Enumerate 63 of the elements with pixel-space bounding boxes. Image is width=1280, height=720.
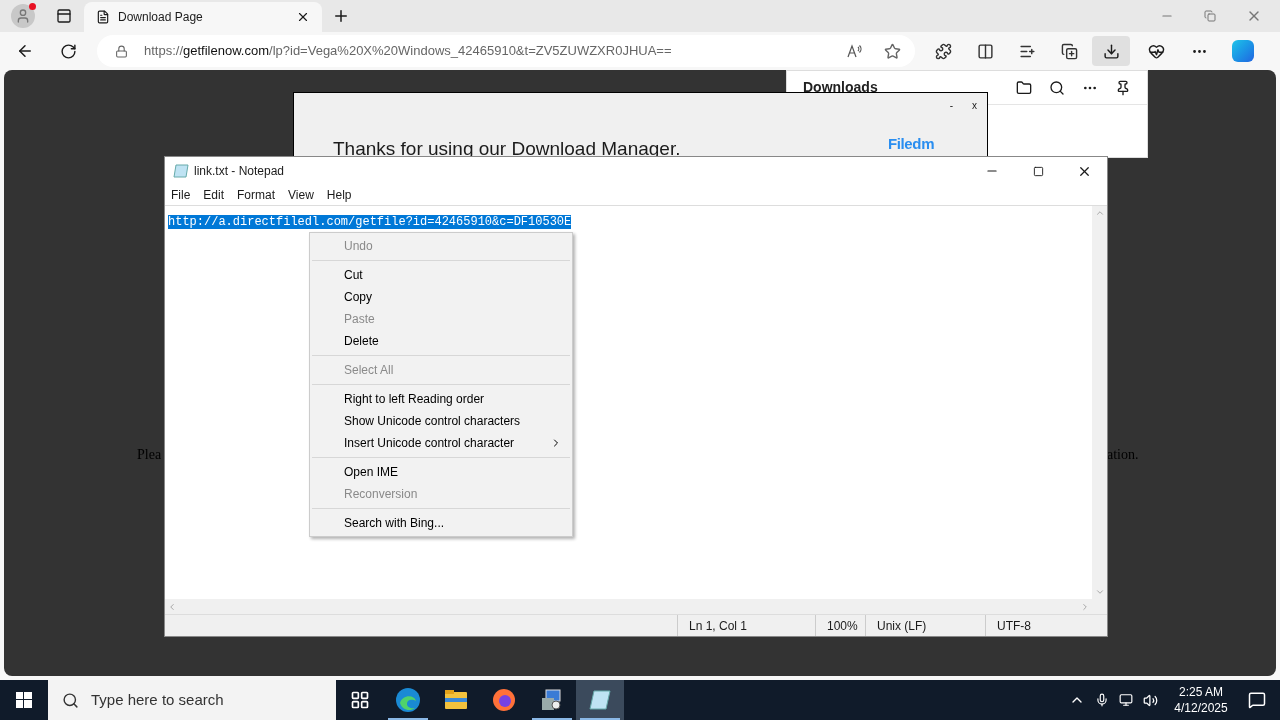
taskbar-button[interactable] [576,680,624,720]
window-title: link.txt - Notepad [194,163,286,180]
task-view-icon [350,690,370,710]
folder-icon[interactable] [1016,79,1032,96]
status-text: Ln 1, Col 1 [677,615,815,636]
context-menu-item[interactable]: Copy [312,286,570,308]
download-icon [1102,42,1120,60]
extensions-icon[interactable] [935,42,952,60]
context-menu-item[interactable]: Show Unicode control characters [312,410,570,432]
close-tab-icon[interactable] [296,10,310,24]
lock-icon [115,44,128,58]
read-aloud-icon[interactable] [846,43,862,59]
health-icon[interactable] [1148,42,1165,60]
microphone-icon[interactable] [1095,693,1109,707]
text-content: http://a.directfiledl.com/getfile?id=42465910&c=DF10530E [168,215,572,229]
context-menu-item[interactable]: Search with Bing... [312,512,570,534]
close-button[interactable]: x [972,98,977,113]
context-menu-item[interactable]: Open IME [312,461,570,483]
status-text: UTF-8 [985,615,1085,636]
clock[interactable]: 2:25 AM 4/12/2025 [1168,684,1234,716]
folder-icon [444,689,468,711]
pin-icon[interactable] [1115,79,1131,96]
tab-title: Download Page [118,9,204,26]
page-icon [96,10,110,24]
avatar-icon[interactable] [11,4,35,28]
address-field[interactable]: https://getfilenow.com/lp?id=Vega%20X%20Windows_42465910&t=ZV5ZUWZXR0JHUA== [97,35,915,67]
new-tab-icon[interactable] [332,7,350,25]
status-text: Unix (LF) [865,615,985,636]
url-text: https://getfilenow.com/lp?id=Vega%20X%20Windows_42465910&t=ZV5ZUWZXR0JHUA== [144,42,673,61]
downloads-button[interactable] [1092,36,1130,66]
volume-icon[interactable] [1143,692,1158,708]
favorite-icon[interactable] [884,42,901,60]
browser-icon [395,687,421,713]
status-text: 100% [815,615,865,636]
notifications-icon[interactable] [1248,691,1266,709]
context-menu-item[interactable]: Cut [312,264,570,286]
collections-icon[interactable] [1061,42,1078,60]
notepad-icon [173,164,189,178]
notepad-icon [588,689,612,711]
windows-icon [16,692,32,708]
menu-item[interactable]: Edit [203,186,225,204]
search-placeholder: Type here to search [91,689,224,710]
search-icon[interactable] [1049,79,1065,96]
menu-item[interactable]: Format [237,186,276,204]
network-icon[interactable] [1119,693,1133,707]
context-menu-item[interactable]: Right to left Reading order [312,388,570,410]
panel-title: Downloads [803,78,879,97]
installer-icon [540,688,564,712]
menu-item[interactable]: View [288,186,314,204]
menu-item[interactable]: Help [326,186,352,204]
context-menu-item[interactable]: Insert Unicode control character [312,432,570,454]
maximize-icon[interactable] [1032,165,1044,177]
browser-tab[interactable]: Download Page [84,2,322,32]
refresh-icon[interactable] [60,42,77,60]
search-field[interactable]: Type here to search [48,680,336,720]
search-icon [62,691,79,709]
tab-actions-icon[interactable] [56,8,72,24]
split-screen-icon[interactable] [977,42,994,60]
back-icon[interactable] [16,42,34,60]
firefox-icon [492,688,516,712]
context-menu-item[interactable]: Delete [312,330,570,352]
menu-item[interactable]: File [171,186,191,204]
logo: Filedm [888,134,935,154]
